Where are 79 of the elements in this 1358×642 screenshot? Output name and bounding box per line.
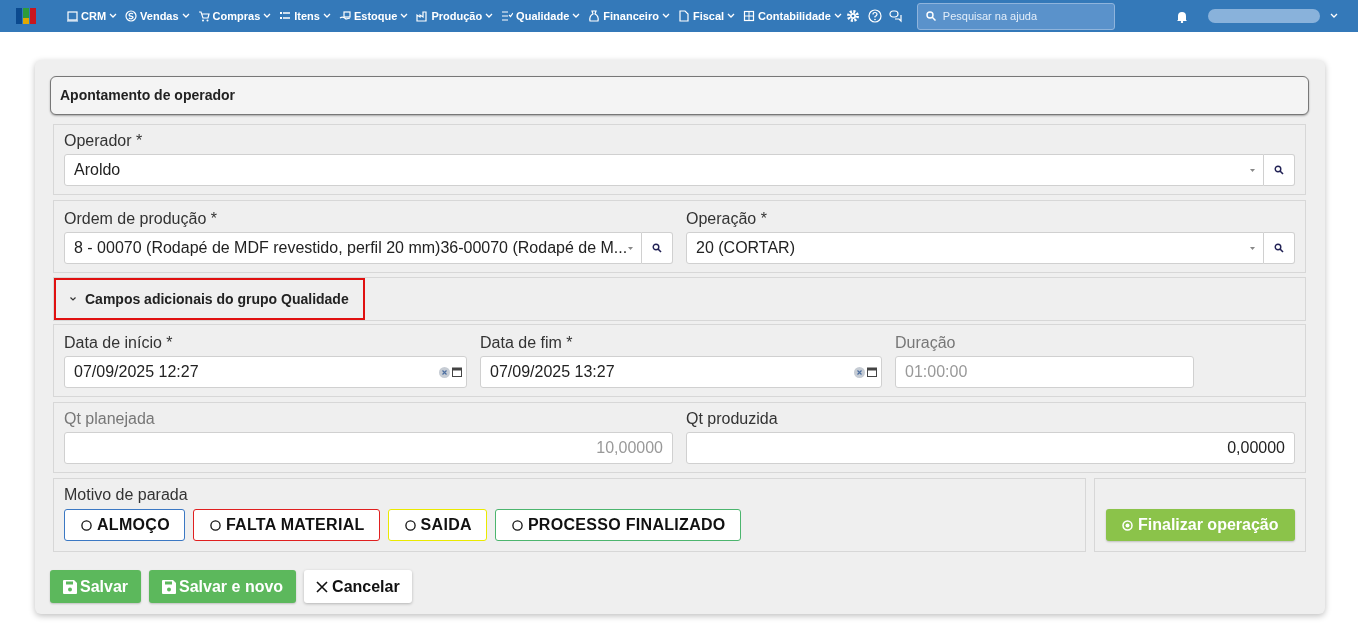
dropdown-caret-icon [1250, 246, 1255, 250]
dropdown-caret-icon [628, 246, 633, 250]
nav-menu[interactable]: Contabilidade [739, 7, 846, 25]
search-button[interactable] [1264, 154, 1295, 186]
caret-icon [833, 13, 842, 19]
list-icon [279, 10, 292, 22]
cart-icon [197, 10, 210, 22]
section-toggle[interactable]: Campos adicionais do grupo Qualidade [54, 278, 365, 320]
field-label: Qt produzida [686, 409, 779, 429]
document-icon [677, 10, 690, 22]
money-bag-icon [588, 10, 601, 22]
bell-icon[interactable] [1176, 9, 1188, 23]
calendar-icon[interactable] [452, 367, 462, 377]
app-logo-icon[interactable] [16, 8, 36, 24]
date-field[interactable]: 07/09/2025 12:27 [64, 356, 467, 388]
field-label: Duração [895, 333, 957, 353]
chevron-icon [70, 297, 76, 301]
reason-option[interactable]: FALTA MATERIAL [192, 509, 380, 541]
caret-icon [109, 13, 118, 19]
nav-menu[interactable]: CRM [62, 7, 122, 25]
caret-icon [572, 13, 581, 19]
coin-icon [125, 10, 138, 22]
target-icon [1122, 519, 1133, 531]
caret-icon [263, 13, 272, 19]
radio-icon [511, 519, 523, 531]
clear-icon[interactable] [439, 366, 450, 378]
chat-icon[interactable] [888, 9, 903, 23]
field-label: Motivo de parada [64, 485, 189, 505]
search-icon [1274, 165, 1284, 175]
nav-menu[interactable]: Qualidade [497, 7, 585, 25]
field-label: Data de início * [64, 333, 174, 353]
reason-option[interactable]: ALMOÇO [64, 509, 185, 541]
nav-menu[interactable]: Financeiro [584, 7, 674, 25]
caret-icon [322, 13, 331, 19]
nav-menu[interactable]: Itens [275, 7, 335, 25]
save-button[interactable]: Salvar e novo [149, 570, 297, 603]
caret-icon [661, 13, 670, 19]
calendar-icon[interactable] [867, 367, 877, 377]
caret-icon [1330, 13, 1338, 19]
nav-menu[interactable]: Estoque [334, 7, 413, 25]
field-label: Operador * [64, 131, 144, 151]
caret-icon [181, 13, 190, 19]
reason-option[interactable]: PROCESSO FINALIZADO [494, 509, 741, 541]
radio-icon [404, 519, 416, 531]
search-icon [652, 243, 662, 253]
search-button[interactable] [1264, 232, 1295, 264]
select-field[interactable]: Aroldo [64, 154, 1264, 186]
field-label: Data de fim * [480, 333, 574, 353]
checklist-icon [501, 10, 514, 22]
reason-option[interactable]: SAIDA [387, 509, 487, 541]
nav-menu[interactable]: Produção [412, 7, 498, 25]
nav-menu[interactable]: Vendas [121, 7, 194, 25]
radio-icon [209, 519, 221, 531]
date-field[interactable]: 07/09/2025 13:27 [480, 356, 882, 388]
cancel-button[interactable]: Cancelar [304, 570, 412, 603]
close-icon [316, 580, 329, 593]
nav-menu[interactable]: Compras [193, 7, 276, 25]
field-label: Ordem de produção * [64, 209, 218, 229]
save-button[interactable]: Salvar [50, 570, 142, 603]
caret-icon [727, 13, 736, 19]
search-icon [1274, 243, 1284, 253]
select-field[interactable]: 8 - 00070 (Rodapé de MDF revestido, perfil 20 mm)36-00070 (Rodapé de M... [64, 232, 642, 264]
caret-icon [485, 13, 494, 19]
field-label: Qt planejada [64, 409, 156, 429]
input-field[interactable]: 0,00000 [686, 432, 1295, 464]
settings-icon[interactable] [845, 9, 860, 23]
dropdown-caret-icon [1250, 168, 1255, 172]
nav-menu[interactable]: Fiscal [673, 7, 740, 25]
select-field[interactable]: 20 (CORTAR) [686, 232, 1264, 264]
clear-icon[interactable] [854, 366, 865, 378]
calculator-icon [743, 10, 756, 22]
panel-title: Apontamento de operador [50, 76, 1309, 115]
caret-icon [400, 13, 409, 19]
field-label: Operação * [686, 209, 768, 229]
radio-icon [81, 519, 92, 531]
search-button[interactable] [642, 232, 673, 264]
help-icon[interactable] [867, 9, 882, 23]
factory-icon [416, 10, 429, 22]
search-field[interactable]: Pesquisar na ajuda [916, 2, 1115, 30]
